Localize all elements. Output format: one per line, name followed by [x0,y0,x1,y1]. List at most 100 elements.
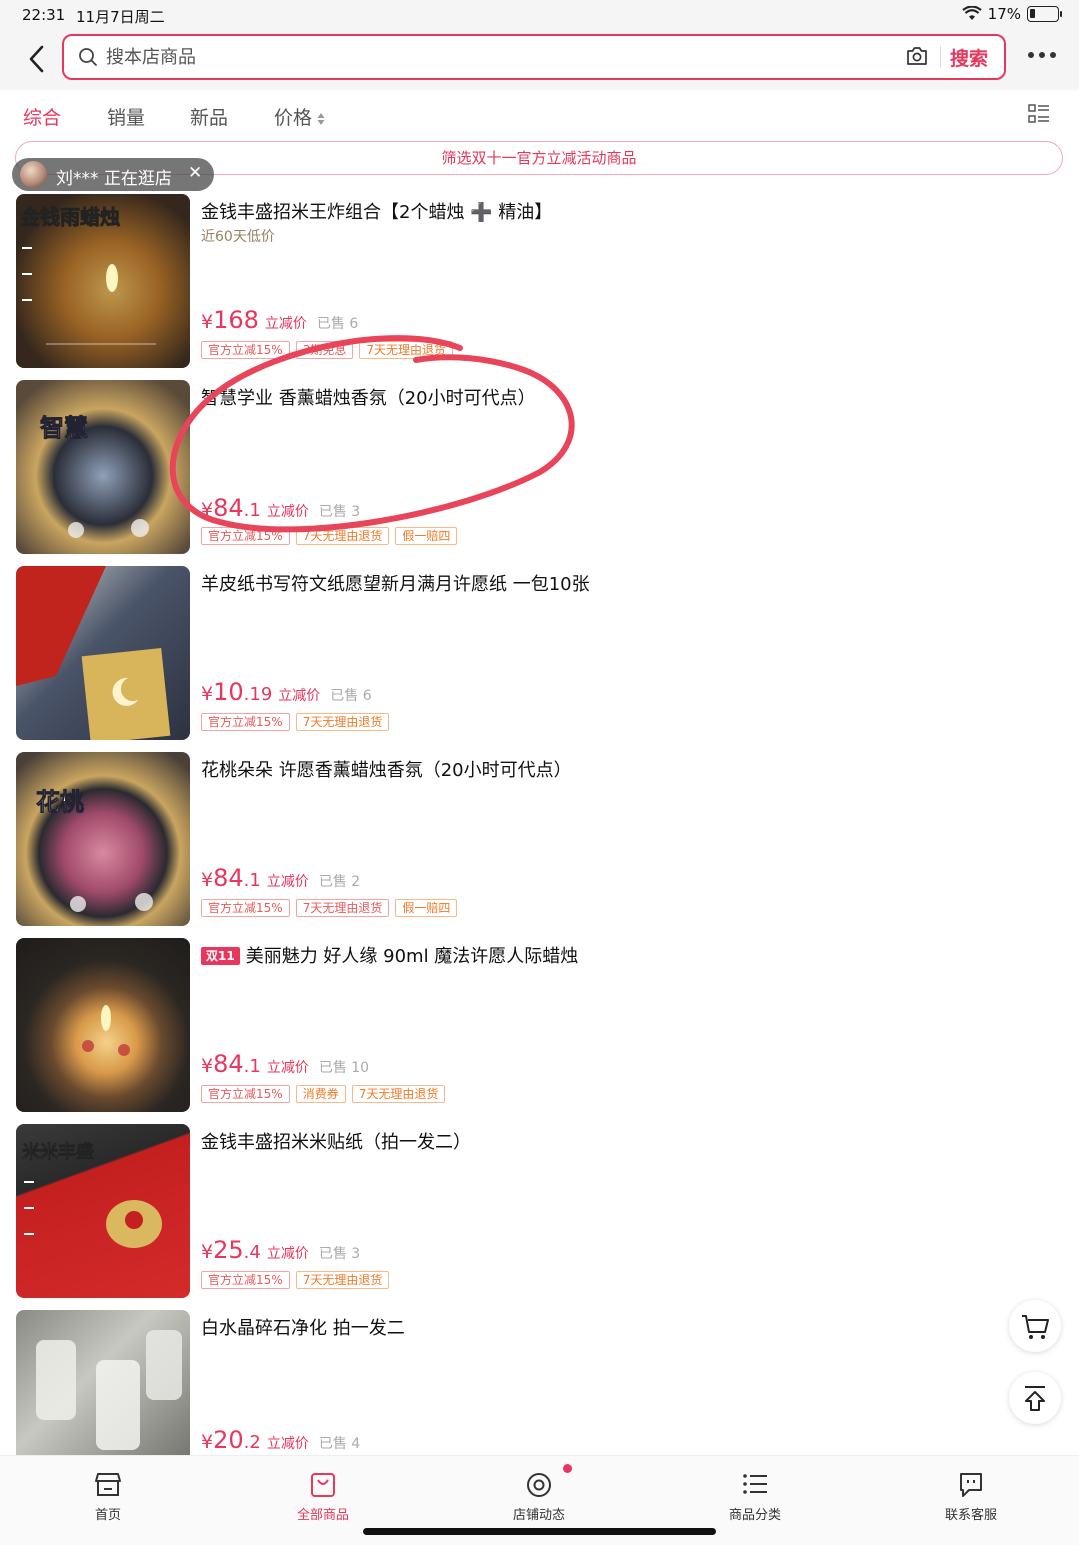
tab-price[interactable]: 价格 [274,103,326,130]
product-title[interactable]: 白水晶碎石净化 拍一发二 [201,1314,405,1340]
product-item[interactable]: 双11 美丽魅力 好人缘 90ml 魔法许愿人际蜡烛 ¥84.1 立减价 已售 10 … [0,938,1079,1113]
price-integer: 84 [213,864,244,892]
tab-new[interactable]: 新品 [190,103,228,130]
product-title[interactable]: 金钱丰盛招米王炸组合【2个蜡烛 ➕ 精油】 [201,198,552,224]
tag: 官方立减15% [201,341,290,359]
candle-image: 花桃 [36,788,153,912]
status-bar: 22:31 11月7日周二 17% [0,0,1079,30]
tag: 7天无理由退货 [295,527,390,545]
product-title[interactable]: 花桃朵朵 许愿香薰蜡烛香氛（20小时可代点） [201,756,572,782]
nav-categories[interactable]: 商品分类 [695,1468,815,1523]
back-to-top-icon [1025,1386,1045,1411]
header: 搜索 [0,30,1079,90]
cart-icon [1022,1315,1049,1339]
sold-count: 已售 10 [318,1060,370,1076]
activity-icon [527,1473,551,1497]
tab-sales[interactable]: 销量 [107,103,145,130]
wifi-icon [961,6,982,20]
product-title[interactable]: 双11 美丽魅力 好人缘 90ml 魔法许愿人际蜡烛 [201,942,578,968]
tag: 假一赔四 [395,527,458,545]
nav-home[interactable]: 首页 [48,1468,168,1523]
product-title[interactable]: 羊皮纸书写符文纸愿望新月满月许愿纸 一包10张 [201,570,590,596]
nav-home-label: 首页 [94,1508,121,1523]
cart-button[interactable] [1009,1300,1061,1352]
product-item[interactable]: 金钱雨蜡烛 金钱丰盛招米王炸组合【2个蜡烛 ➕ 精油】 近60天低价 ¥168 立… [0,194,1079,369]
thumb-title: 智慧 [40,414,88,442]
product-image[interactable]: 花桃 [16,752,190,926]
product-title[interactable]: 金钱丰盛招米米贴纸（拍一发二） [201,1128,471,1154]
status-right: 17% [961,5,1062,23]
paper-image [16,566,171,740]
price-decimal: .1 [243,870,261,891]
price-decimal: .2 [243,1432,261,1453]
bottom-nav: 首页 全部商品 店铺动态 商品分类 联系客服 [0,1455,1079,1545]
price-integer: 25 [213,1236,244,1264]
price-label: 立减价 [278,688,321,704]
price-integer: 84 [213,1050,244,1078]
tab-comprehensive[interactable]: 综合 [23,103,61,130]
thumb-title: 米米丰盛 [22,1141,94,1163]
nav-categories-label: 商品分类 [728,1508,781,1523]
price-label: 立减价 [266,1246,309,1262]
search-divider [940,46,941,68]
product-image[interactable]: 米米丰盛 [16,1124,190,1298]
camera-icon[interactable] [906,46,928,66]
sort-tabs: 综合 销量 新品 价格 [0,90,1079,140]
product-item[interactable]: 白水晶碎石净化 拍一发二 ¥20.2 立减价 已售 4 [0,1310,1079,1455]
avatar [20,161,47,188]
product-price: ¥10.19 立减价 已售 6 [201,678,372,706]
search-input[interactable] [106,44,806,70]
product-image[interactable]: 金钱雨蜡烛 [16,194,190,368]
search-icon [79,48,97,66]
tag: 官方立减15% [201,899,290,917]
battery-percent: 17% [987,5,1021,23]
close-icon[interactable]: ✕ [188,163,202,183]
product-item[interactable]: 智慧 智慧学业 香薰蜡烛香氛（20小时可代点） ¥84.1 立减价 已售 3 官方立… [0,380,1079,555]
price-label: 立减价 [266,1436,309,1452]
nav-customer-service[interactable]: 联系客服 [911,1468,1031,1523]
product-item[interactable]: 羊皮纸书写符文纸愿望新月满月许愿纸 一包10张 ¥10.19 立减价 已售 6 官方… [0,566,1079,741]
product-subtitle: 近60天低价 [201,229,275,245]
price-integer: 84 [213,494,244,522]
product-price: ¥84.1 立减价 已售 3 [201,494,361,522]
product-price: ¥84.1 立减价 已售 2 [201,864,361,892]
nav-all-products[interactable]: 全部商品 [263,1468,383,1523]
sort-arrows-icon [317,112,325,125]
tag: 7天无理由退货 [359,341,453,359]
tag: 官方立减15% [201,713,290,731]
price-decimal: .4 [243,1242,261,1263]
candle-image: 金钱雨蜡烛 [16,194,190,368]
list-layout-icon[interactable] [1028,104,1050,124]
product-image[interactable] [16,938,190,1112]
product-image[interactable] [16,566,190,740]
search-bar[interactable]: 搜索 [62,34,1006,80]
bag-icon [311,1473,335,1497]
price-integer: 168 [213,306,259,334]
nav-store-updates-label: 店铺动态 [512,1508,565,1523]
sticker-image: 米米丰盛 [22,1141,162,1248]
more-icon[interactable] [1028,52,1056,58]
price-decimal: .1 [243,500,261,521]
tag: 7天无理由退货 [295,899,390,917]
sold-count: 已售 2 [318,874,361,890]
home-indicator [363,1528,716,1535]
nav-store-updates[interactable]: 店铺动态 [479,1468,599,1523]
sold-count: 已售 3 [318,1246,361,1262]
back-to-top-button[interactable] [1009,1372,1061,1424]
tag: 官方立减15% [201,527,290,545]
tag: 官方立减15% [201,1085,290,1103]
product-item[interactable]: 花桃 花桃朵朵 许愿香薰蜡烛香氛（20小时可代点） ¥84.1 立减价 已售 2 官… [0,752,1079,927]
visitor-text: 刘*** 正在逛店 [56,169,172,189]
product-item[interactable]: 米米丰盛 金钱丰盛招米米贴纸（拍一发二） ¥25.4 立减价 已售 3 官方立减15… [0,1124,1079,1299]
tag: 7天无理由退货 [295,1271,390,1289]
tag: 消费券 [295,1085,346,1103]
product-image[interactable]: 智慧 [16,380,190,554]
tag: 7天无理由退货 [351,1085,446,1103]
product-price: ¥25.4 立减价 已售 3 [201,1236,361,1264]
search-button[interactable]: 搜索 [950,44,988,71]
back-icon[interactable] [26,44,48,74]
thumb-title: 花桃 [36,788,84,816]
nav-all-products-label: 全部商品 [296,1508,349,1523]
product-image[interactable] [16,1310,190,1455]
product-title[interactable]: 智慧学业 香薰蜡烛香氛（20小时可代点） [201,384,536,410]
